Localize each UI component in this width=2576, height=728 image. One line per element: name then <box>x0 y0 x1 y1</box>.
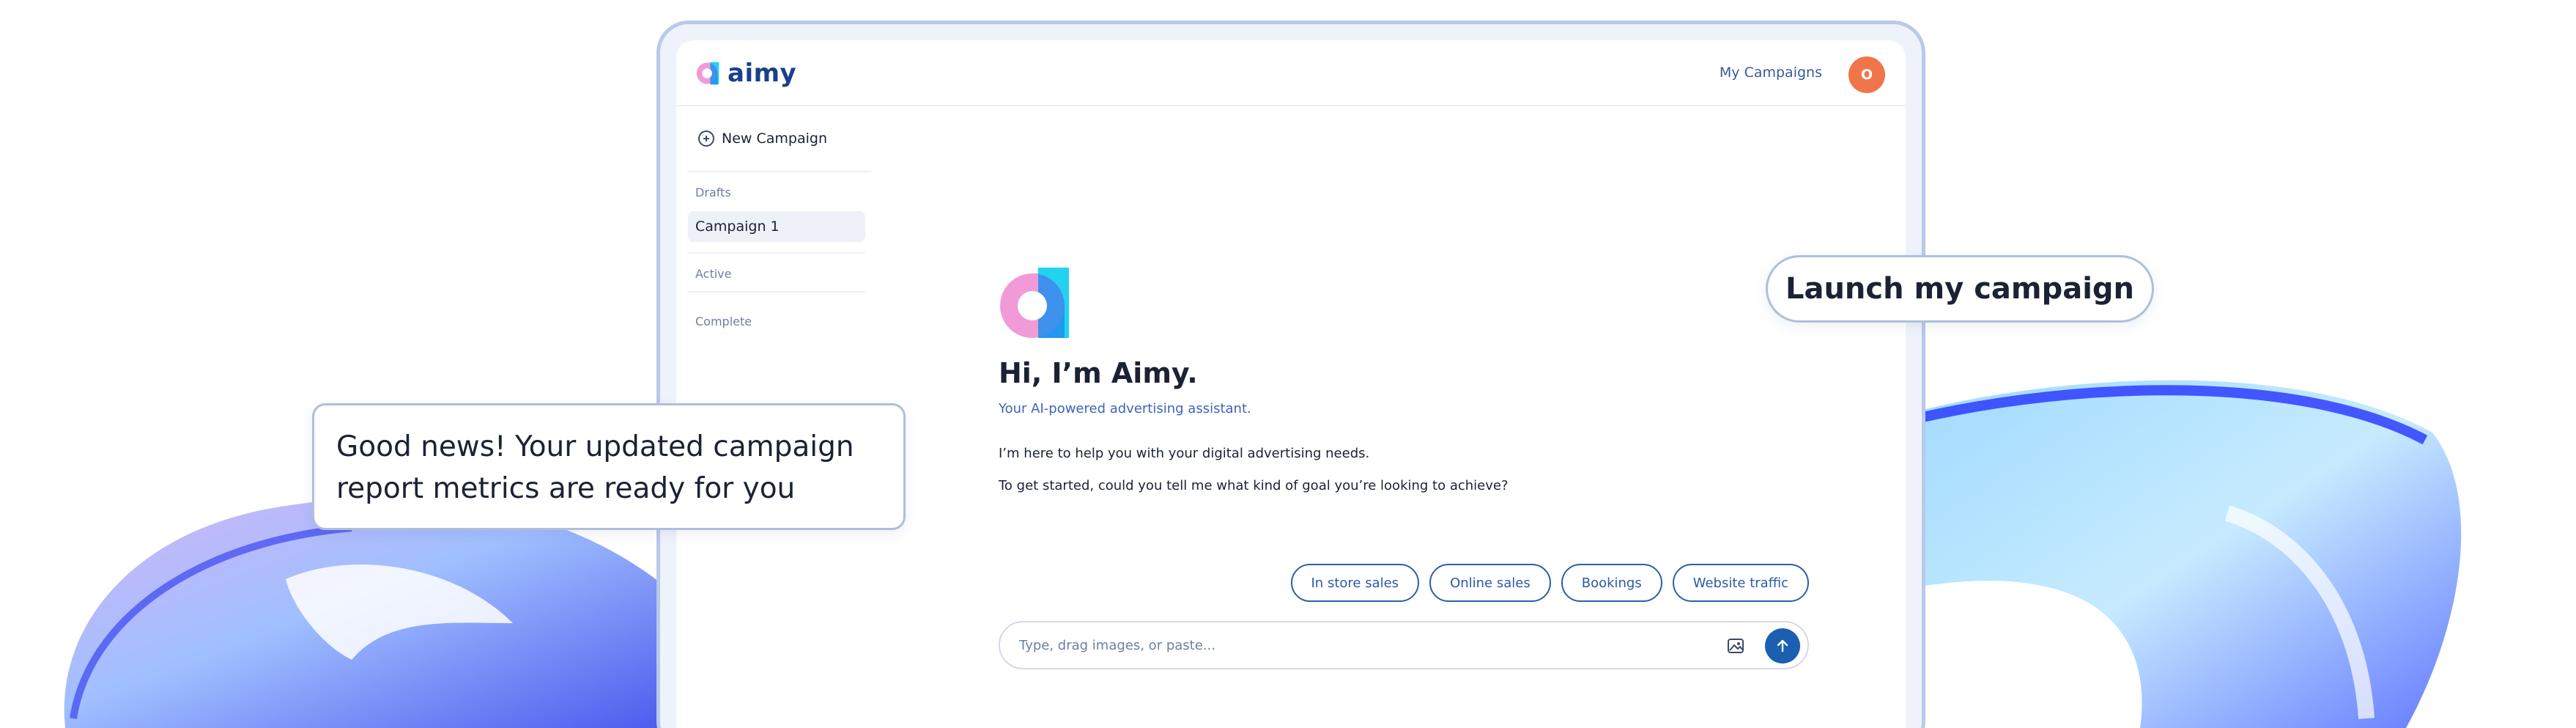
device-frame: aimy My Campaigns O New Campaign Drafts … <box>656 21 1925 728</box>
arrow-up-icon <box>1777 639 1788 652</box>
new-campaign-label: New Campaign <box>722 130 827 147</box>
chip-website-traffic[interactable]: Website traffic <box>1672 564 1809 602</box>
chip-online-sales[interactable]: Online sales <box>1429 564 1551 602</box>
launch-campaign-callout[interactable]: Launch my campaign <box>1766 255 2154 323</box>
drafts-section-label: Drafts <box>695 185 731 199</box>
decorative-ribbon-right <box>1920 380 2462 728</box>
top-bar: aimy My Campaigns O <box>676 40 1906 106</box>
app-logo[interactable]: aimy <box>695 59 796 88</box>
sidebar-item-campaign-1[interactable]: Campaign 1 <box>688 211 865 242</box>
sidebar: New Campaign Drafts Campaign 1 Active Co… <box>688 106 871 328</box>
message-composer <box>999 621 1809 669</box>
plus-circle-icon <box>698 130 714 147</box>
logo-text: aimy <box>728 59 797 88</box>
chip-bookings[interactable]: Bookings <box>1561 564 1662 602</box>
message-input[interactable] <box>1019 622 1679 668</box>
assistant-message: To get started, could you tell me what k… <box>999 478 1509 493</box>
assistant-subtitle: Your AI-powered advertising assistant. <box>999 401 1251 416</box>
my-campaigns-link[interactable]: My Campaigns <box>1720 65 1822 81</box>
new-campaign-button[interactable]: New Campaign <box>688 106 871 172</box>
suggestion-chips: In store sales Online sales Bookings Web… <box>999 564 1809 602</box>
assistant-greeting: Hi, I’m Aimy. <box>999 357 1198 389</box>
complete-section-label[interactable]: Complete <box>688 315 871 328</box>
assistant-message: I’m here to help you with your digital a… <box>999 446 1370 461</box>
divider <box>688 252 865 254</box>
aimy-logo-icon <box>696 62 719 85</box>
image-icon[interactable] <box>1727 637 1744 655</box>
active-section-label[interactable]: Active <box>688 267 871 281</box>
divider <box>688 291 865 293</box>
app-screen: aimy My Campaigns O New Campaign Drafts … <box>676 40 1906 728</box>
chip-in-store-sales[interactable]: In store sales <box>1290 564 1420 602</box>
good-news-callout: Good news! Your updated campaign report … <box>312 403 906 530</box>
send-button[interactable] <box>1765 628 1800 663</box>
user-avatar[interactable]: O <box>1848 56 1885 93</box>
aimy-hero-logo-icon <box>1000 268 1069 338</box>
